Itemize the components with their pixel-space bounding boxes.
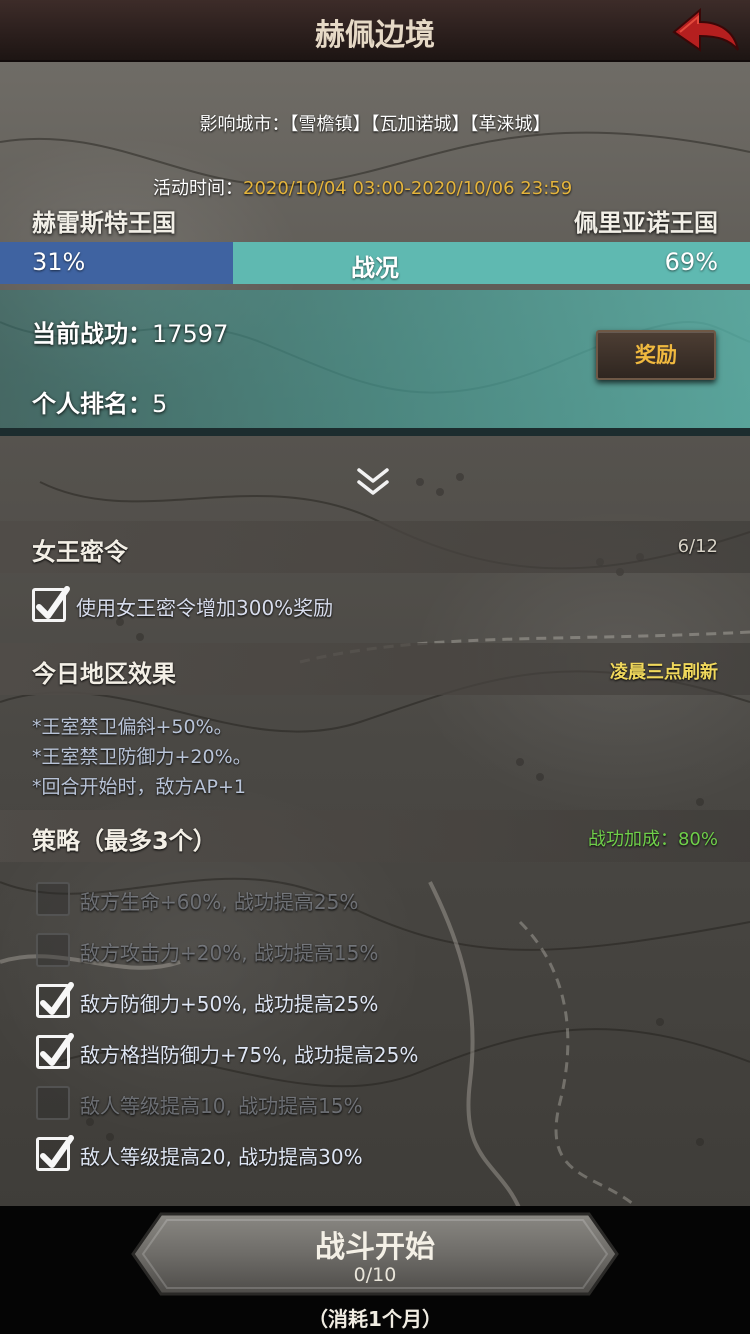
strategy-label: 敌方格挡防御力+75%, 战功提高25% xyxy=(80,1043,419,1067)
queen-order-checkbox-label: 使用女王密令增加300%奖励 xyxy=(76,596,334,620)
region-effect: *王室禁卫防御力+20%。 xyxy=(32,746,252,768)
event-time: 活动时间：2020/10/04 03:00-2020/10/06 23:59 xyxy=(153,174,572,200)
region-effect: *回合开始时，敌方AP+1 xyxy=(32,776,246,798)
strategy-label: 敌方生命+60%, 战功提高25% xyxy=(80,890,359,914)
time-value: 2020/10/04 03:00-2020/10/06 23:59 xyxy=(243,178,573,199)
reward-button[interactable]: 奖励 xyxy=(596,330,716,380)
start-battle-button[interactable]: 战斗开始 0/10 xyxy=(131,1212,619,1296)
strategy-label: 敌方防御力+50%, 战功提高25% xyxy=(80,992,379,1016)
cities-label: 影响城市： xyxy=(199,114,290,135)
affected-cities: 影响城市：【雪檐镇】【瓦加诺城】【革涞城】 xyxy=(0,110,750,136)
rank-value: 5 xyxy=(152,390,168,418)
strategy-checkbox[interactable] xyxy=(36,1086,70,1120)
start-battle-label: 战斗开始 xyxy=(315,1230,435,1265)
personal-rank: 个人排名：5 xyxy=(32,384,167,419)
strategy-checkbox[interactable] xyxy=(36,982,74,1018)
strategy-label: 敌方攻击力+20%, 战功提高15% xyxy=(80,941,379,965)
rank-label: 个人排名： xyxy=(32,390,152,418)
queen-order-section: 女王密令 6/12 xyxy=(0,521,750,573)
expand-button[interactable] xyxy=(355,466,391,500)
cities-value: 【雪檐镇】【瓦加诺城】【革涞城】 xyxy=(289,114,551,135)
queen-order-count: 6/12 xyxy=(677,536,718,557)
checkmark-icon xyxy=(40,1135,74,1168)
title-bar: 赫佩边境 xyxy=(0,0,750,62)
queen-order-title: 女王密令 xyxy=(32,538,128,566)
strategy-bonus: 战功加成：80% xyxy=(587,829,718,850)
region-effects-title: 今日地区效果 xyxy=(32,660,176,688)
battle-count: 0/10 xyxy=(353,1264,397,1286)
right-percentage: 69% xyxy=(664,248,718,276)
battle-cost: （消耗1个月） xyxy=(308,1307,442,1331)
page-title: 赫佩边境 xyxy=(315,18,435,53)
queen-order-checkbox[interactable] xyxy=(32,586,70,622)
strategy-checkbox[interactable] xyxy=(36,933,70,967)
region-effect: *王室禁卫偏斜+50%。 xyxy=(32,716,233,738)
strategy-label: 敌人等级提高20, 战功提高30% xyxy=(80,1145,363,1169)
double-chevron-down-icon xyxy=(357,468,389,495)
strategy-title: 策略（最多3个） xyxy=(32,827,217,855)
merit-label: 当前战功： xyxy=(32,320,152,348)
merit-value: 17597 xyxy=(152,320,229,348)
current-merit: 当前战功：17597 xyxy=(32,314,228,349)
war-status-label: 战况 xyxy=(351,254,399,282)
kingdom-left-name: 赫雷斯特王国 xyxy=(32,209,176,237)
checkmark-icon xyxy=(36,586,70,619)
checkmark-icon xyxy=(40,1033,74,1066)
region-effects-section: 今日地区效果 凌晨三点刷新 xyxy=(0,643,750,695)
time-label: 活动时间： xyxy=(153,178,243,199)
checkmark-icon xyxy=(40,982,74,1015)
back-arrow-icon xyxy=(672,7,739,52)
strategy-section: 策略（最多3个） 战功加成：80% xyxy=(0,810,750,862)
war-progress-bar: 31% 战况 69% xyxy=(0,242,750,284)
strategy-checkbox[interactable] xyxy=(36,882,70,916)
strategy-checkbox[interactable] xyxy=(36,1033,74,1069)
strategy-checkbox[interactable] xyxy=(36,1135,74,1171)
strategy-label: 敌人等级提高10, 战功提高15% xyxy=(80,1094,363,1118)
region-refresh-note: 凌晨三点刷新 xyxy=(610,662,718,683)
score-panel: 当前战功：17597 个人排名：5 奖励 xyxy=(0,290,750,436)
kingdom-right-name: 佩里亚诺王国 xyxy=(574,209,718,237)
back-button[interactable] xyxy=(670,4,742,58)
